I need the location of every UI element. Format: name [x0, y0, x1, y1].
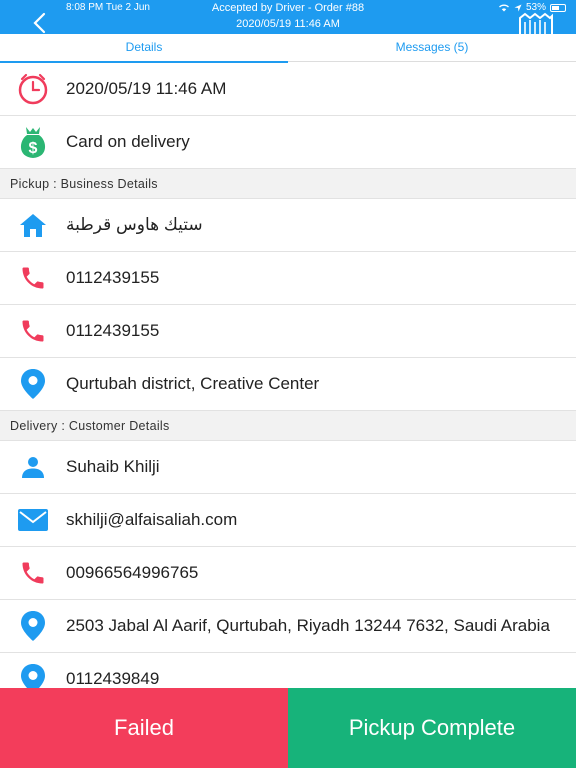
customer-email-row[interactable]: skhilji@alfaisaliah.com — [0, 494, 576, 547]
order-details-list: 2020/05/19 11:46 AM $ Card on delivery P… — [0, 63, 576, 706]
business-name-row: ستيك هاوس قرطبة — [0, 199, 576, 252]
business-address[interactable]: Qurtubah district, Creative Center — [66, 374, 319, 394]
customer-phone[interactable]: 00966564996765 — [66, 563, 198, 583]
wifi-icon — [499, 4, 509, 12]
app-logo-icon — [518, 12, 554, 34]
business-name: ستيك هاوس قرطبة — [66, 215, 203, 234]
battery-icon — [550, 3, 566, 12]
money-bag-icon: $ — [0, 123, 66, 161]
customer-name-row: Suhaib Khilji — [0, 441, 576, 494]
phone-icon — [0, 317, 66, 345]
phone-icon — [0, 264, 66, 292]
customer-name: Suhaib Khilji — [66, 457, 160, 476]
customer-address-row[interactable]: 2503 Jabal Al Aarif, Qurtubah, Riyadh 13… — [0, 600, 576, 653]
action-bar: Failed Pickup Complete — [0, 688, 576, 768]
delivery-section-header: Delivery : Customer Details — [0, 411, 576, 441]
business-phone-row-2[interactable]: 0112439155 — [0, 305, 576, 358]
top-bar: 8:08 PM Tue 2 Jun Accepted by Driver - O… — [0, 0, 576, 34]
customer-email[interactable]: skhilji@alfaisaliah.com — [66, 510, 237, 530]
failed-button[interactable]: Failed — [0, 688, 288, 768]
chevron-left-icon — [33, 12, 46, 34]
home-icon — [0, 212, 66, 238]
pickup-section-header: Pickup : Business Details — [0, 169, 576, 199]
business-phone-row-1[interactable]: 0112439155 — [0, 252, 576, 305]
business-address-row[interactable]: Qurtubah district, Creative Center — [0, 358, 576, 411]
tab-messages[interactable]: Messages (5) — [288, 34, 576, 62]
person-icon — [0, 455, 66, 479]
svg-text:$: $ — [29, 140, 38, 157]
payment-method-row: $ Card on delivery — [0, 116, 576, 169]
location-arrow-icon — [514, 4, 522, 11]
customer-location-extra[interactable]: 0112439849 — [66, 669, 159, 689]
location-pin-icon — [0, 610, 66, 642]
business-phone-1[interactable]: 0112439155 — [66, 268, 159, 288]
order-status-title: Accepted by Driver - Order #88 — [211, 2, 365, 14]
customer-phone-row[interactable]: 00966564996765 — [0, 547, 576, 600]
order-date-subtitle: 2020/05/19 11:46 AM — [236, 18, 340, 30]
business-phone-2[interactable]: 0112439155 — [66, 321, 159, 341]
phone-icon — [0, 559, 66, 587]
tab-bar: Details Messages (5) — [0, 34, 576, 63]
order-datetime-row: 2020/05/19 11:46 AM — [0, 63, 576, 116]
envelope-icon — [0, 508, 66, 532]
order-datetime: 2020/05/19 11:46 AM — [66, 79, 227, 98]
back-button[interactable] — [30, 12, 50, 34]
pickup-complete-button[interactable]: Pickup Complete — [288, 688, 576, 768]
customer-address[interactable]: 2503 Jabal Al Aarif, Qurtubah, Riyadh 13… — [66, 616, 550, 636]
tab-details[interactable]: Details — [0, 34, 288, 63]
clock-icon — [0, 72, 66, 106]
payment-method: Card on delivery — [66, 132, 190, 151]
location-pin-icon — [0, 368, 66, 400]
